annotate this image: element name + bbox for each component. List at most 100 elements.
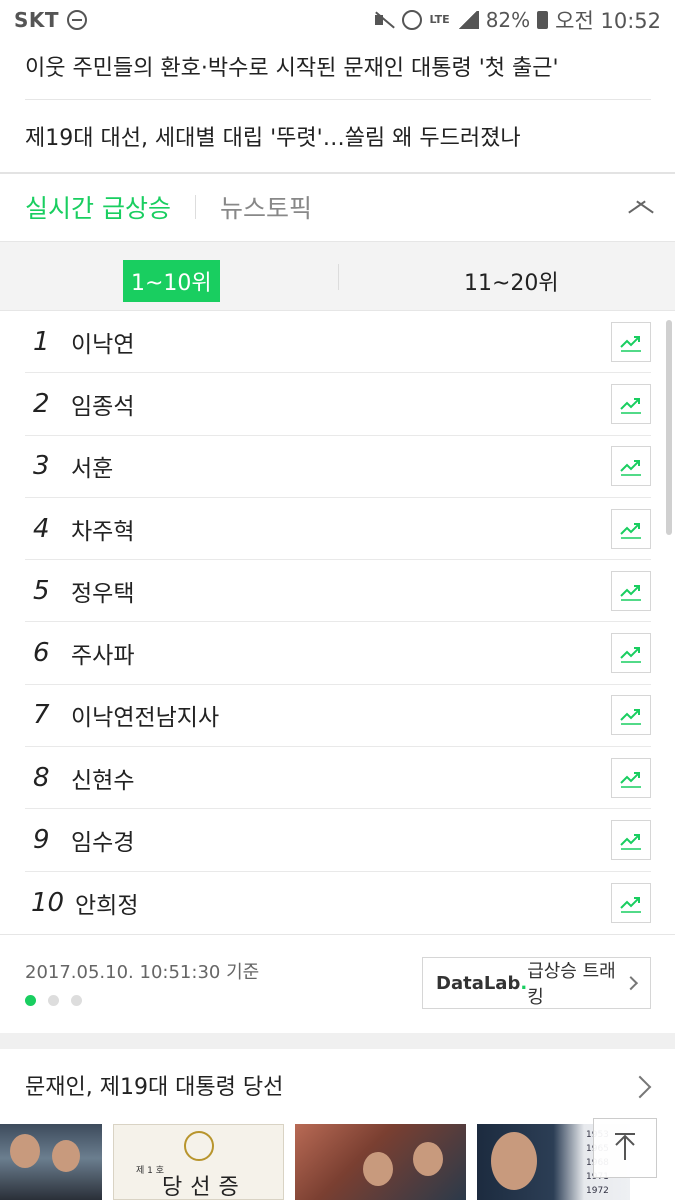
rank-number: 2: [33, 388, 50, 419]
rank-keyword[interactable]: 이낙연: [71, 325, 611, 359]
timeline-year: 1972: [586, 1186, 609, 1196]
photo-face: [52, 1140, 80, 1172]
trend-chart-button[interactable]: [611, 757, 651, 798]
news-thumbnail[interactable]: 제 1 호 당선증: [113, 1124, 284, 1200]
datalab-label: 급상승 트래킹: [527, 961, 616, 1008]
rank-number: 1: [33, 326, 50, 357]
rank-keyword[interactable]: 안희정: [75, 886, 611, 920]
divider: [0, 934, 675, 935]
certificate-number: 제 1 호: [136, 1166, 165, 1176]
trend-chart-icon: [620, 522, 641, 539]
rank-row[interactable]: 4 차주혁: [25, 498, 651, 561]
rank-row[interactable]: 7 이낙연전남지사: [25, 685, 651, 748]
trending-rank-list: 1 이낙연 2 임종석 3 서훈 4 차주혁 5 정우택 6 주사파 7 이낙연…: [25, 311, 651, 934]
trend-chart-button[interactable]: [611, 446, 651, 487]
seal-emblem-icon: [184, 1131, 214, 1161]
page-indicator: [25, 995, 82, 1006]
trend-chart-icon: [620, 834, 641, 850]
rank-keyword[interactable]: 서훈: [71, 449, 611, 483]
rank-keyword[interactable]: 차주혁: [71, 512, 611, 546]
trending-section-header: 실시간 급상승 뉴스토픽: [25, 176, 655, 238]
rank-row[interactable]: 8 신현수: [25, 747, 651, 810]
rank-number: 3: [33, 451, 50, 482]
news-thumbnail[interactable]: [295, 1124, 466, 1200]
trend-chart-button[interactable]: [611, 633, 651, 674]
rank-keyword[interactable]: 임수경: [71, 823, 611, 857]
trend-chart-icon: [620, 397, 641, 414]
rank-keyword[interactable]: 임종석: [71, 387, 611, 421]
rank-number: 5: [33, 575, 50, 606]
carrier-label: SKT: [14, 8, 60, 32]
datalab-dot: .: [520, 972, 528, 994]
status-bar: SKT LTE 82% 오전 10:52: [0, 0, 675, 40]
page-dot[interactable]: [71, 995, 82, 1006]
trend-chart-icon: [620, 647, 641, 663]
battery-percent: 82%: [485, 8, 531, 32]
trend-chart-button[interactable]: [611, 508, 651, 549]
alarm-icon: [402, 10, 423, 30]
trend-chart-button[interactable]: [611, 820, 651, 861]
headline-link[interactable]: 이웃 주민들의 환호·박수로 시작된 문재인 대통령 '첫 출근': [25, 50, 651, 100]
network-label: LTE: [429, 13, 450, 26]
datalab-tracking-button[interactable]: DataLab. 급상승 트래킹: [422, 957, 651, 1009]
rank-number: 10: [31, 887, 65, 918]
scrollbar[interactable]: [666, 320, 672, 535]
photo-face: [413, 1142, 443, 1176]
battery-icon: [537, 11, 549, 29]
trend-chart-button[interactable]: [611, 321, 651, 362]
rank-keyword[interactable]: 정우택: [71, 574, 611, 608]
news-thumbnail-strip: 제 1 호 당선증: [0, 1124, 675, 1200]
trend-chart-icon: [620, 771, 641, 788]
section-spacer: [0, 1033, 675, 1049]
photo-face: [491, 1132, 537, 1190]
rank-number: 4: [33, 513, 50, 544]
news-thumbnail[interactable]: [0, 1124, 102, 1200]
tab-rank-1-10[interactable]: 1~10위: [123, 260, 220, 302]
chevron-up-icon[interactable]: [627, 199, 655, 215]
tab-separator: [194, 195, 196, 219]
rank-row[interactable]: 9 임수경: [25, 809, 651, 872]
photo-face: [363, 1152, 393, 1186]
do-not-disturb-icon: [67, 10, 88, 30]
headline-link[interactable]: 제19대 대선, 세대별 대립 '뚜렷'…쏠림 왜 두드러졌나: [25, 120, 651, 152]
signal-icon: [456, 11, 479, 29]
tab-rank-11-20[interactable]: 11~20위: [456, 260, 567, 302]
rank-keyword[interactable]: 주사파: [71, 636, 611, 670]
certificate-title: 당선증: [162, 1175, 247, 1200]
ranking-timestamp: 2017.05.10. 10:51:30 기준: [25, 962, 260, 983]
range-tab-bar: 1~10위 11~20위: [0, 241, 675, 311]
trend-chart-button[interactable]: [611, 570, 651, 611]
rank-row[interactable]: 6 주사파: [25, 622, 651, 685]
tab-news-topic[interactable]: 뉴스토픽: [220, 189, 312, 225]
trend-chart-icon: [620, 896, 641, 913]
rank-row[interactable]: 10 안희정: [25, 872, 651, 934]
rank-number: 8: [33, 762, 50, 793]
divider: [0, 172, 675, 174]
status-left: SKT: [14, 8, 88, 32]
rank-number: 6: [33, 638, 50, 669]
trend-chart-icon: [620, 584, 641, 601]
trend-chart-button[interactable]: [611, 383, 651, 424]
trend-chart-icon: [620, 460, 641, 476]
rank-row[interactable]: 2 임종석: [25, 373, 651, 436]
scroll-to-top-button[interactable]: [593, 1118, 657, 1178]
mute-icon: [373, 11, 395, 29]
photo-face: [10, 1134, 40, 1168]
news-cluster-title[interactable]: 문재인, 제19대 대통령 당선: [25, 1069, 283, 1101]
rank-keyword[interactable]: 이낙연전남지사: [71, 698, 611, 732]
tab-realtime-trending[interactable]: 실시간 급상승: [25, 189, 171, 225]
rank-row[interactable]: 3 서훈: [25, 436, 651, 498]
trend-chart-button[interactable]: [611, 882, 651, 923]
rank-number: 9: [33, 825, 50, 856]
datalab-brand: DataLab: [436, 972, 521, 994]
trend-chart-icon: [620, 335, 641, 352]
rank-row[interactable]: 1 이낙연: [25, 311, 651, 374]
page-dot[interactable]: [48, 995, 59, 1006]
trend-chart-button[interactable]: [611, 695, 651, 736]
rank-row[interactable]: 5 정우택: [25, 560, 651, 623]
chevron-right-icon[interactable]: [628, 1075, 652, 1099]
arrow-up-icon: [615, 1133, 635, 1160]
rank-number: 7: [33, 700, 50, 731]
rank-keyword[interactable]: 신현수: [71, 761, 611, 795]
page-dot-active[interactable]: [25, 995, 36, 1006]
